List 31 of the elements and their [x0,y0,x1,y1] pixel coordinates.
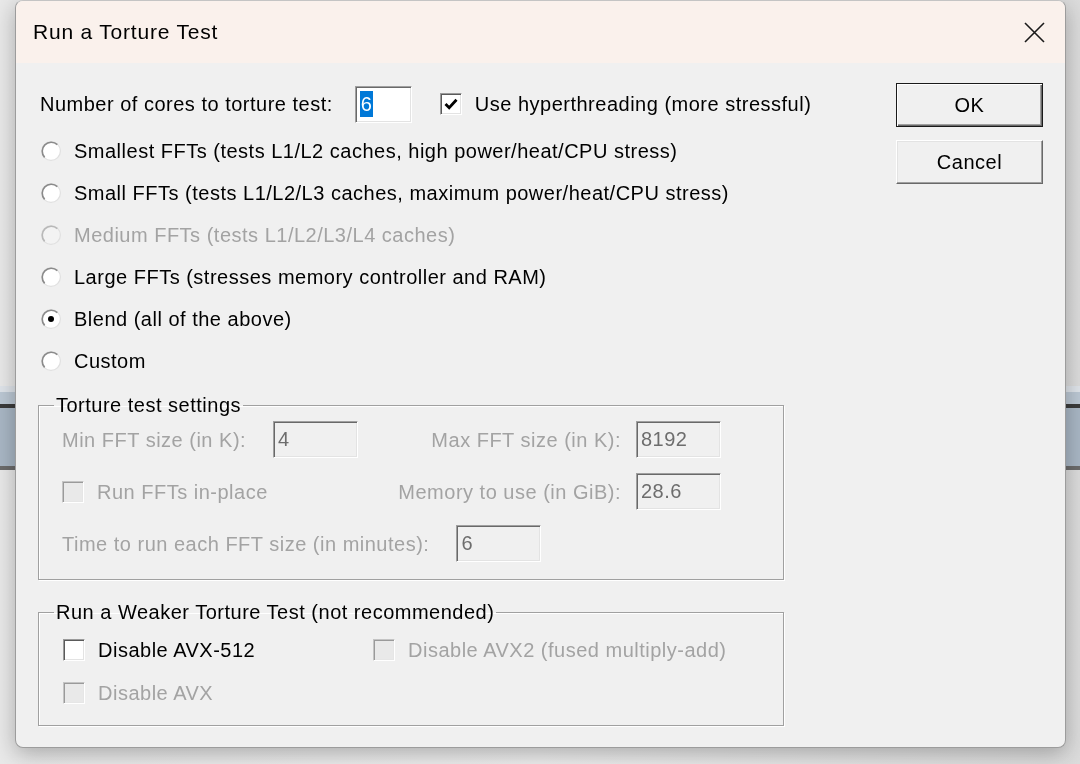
radio-label: Blend (all of the above) [74,307,292,331]
checkbox-label: Disable AVX2 (fused multiply-add) [408,638,727,662]
field-label: Min FFT size (in K): [62,427,247,452]
radio-label: Smallest FFTs (tests L1/L2 caches, high power/heat/CPU stress) [74,139,678,163]
radio-button[interactable] [41,309,61,329]
checkbox-label: Run FFTs in-place [97,479,268,504]
group-title: Run a Weaker Torture Test (not recommended) [55,601,496,624]
radio-button[interactable] [41,141,61,161]
ok-button[interactable]: OK [896,83,1043,127]
radio-button[interactable] [41,351,61,371]
field-label: Memory to use (in GiB): [398,479,621,504]
cores-input[interactable]: 6 [354,85,412,123]
checkbox-label: Disable AVX-512 [98,638,256,662]
radio-button[interactable] [41,267,61,287]
cancel-button[interactable]: Cancel [896,140,1043,184]
checkbox-label: Disable AVX [98,681,214,705]
window-title: Run a Torture Test [33,20,219,44]
radio-label: Custom [74,349,146,373]
cores-label: Number of cores to torture test: [40,92,333,116]
group-title: Torture test settings [55,394,243,417]
field-label: Max FFT size (in K): [431,427,621,452]
radio-label: Small FFTs (tests L1/L2/L3 caches, maximum power/heat/CPU stress) [74,181,729,205]
checkbox[interactable] [439,93,462,115]
close-icon[interactable] [1024,21,1045,43]
radio-button[interactable] [41,183,61,203]
radio-label: Medium FFTs (tests L1/L2/L3/L4 caches) [74,223,456,247]
checkbox-label: Use hyperthreading (more stressful) [474,92,812,116]
field-label: Time to run each FFT size (in minutes): [62,531,430,556]
checkbox[interactable] [63,639,85,661]
radio-label: Large FFTs (stresses memory controller and RAM) [74,265,547,289]
checkmark-icon [443,98,458,110]
